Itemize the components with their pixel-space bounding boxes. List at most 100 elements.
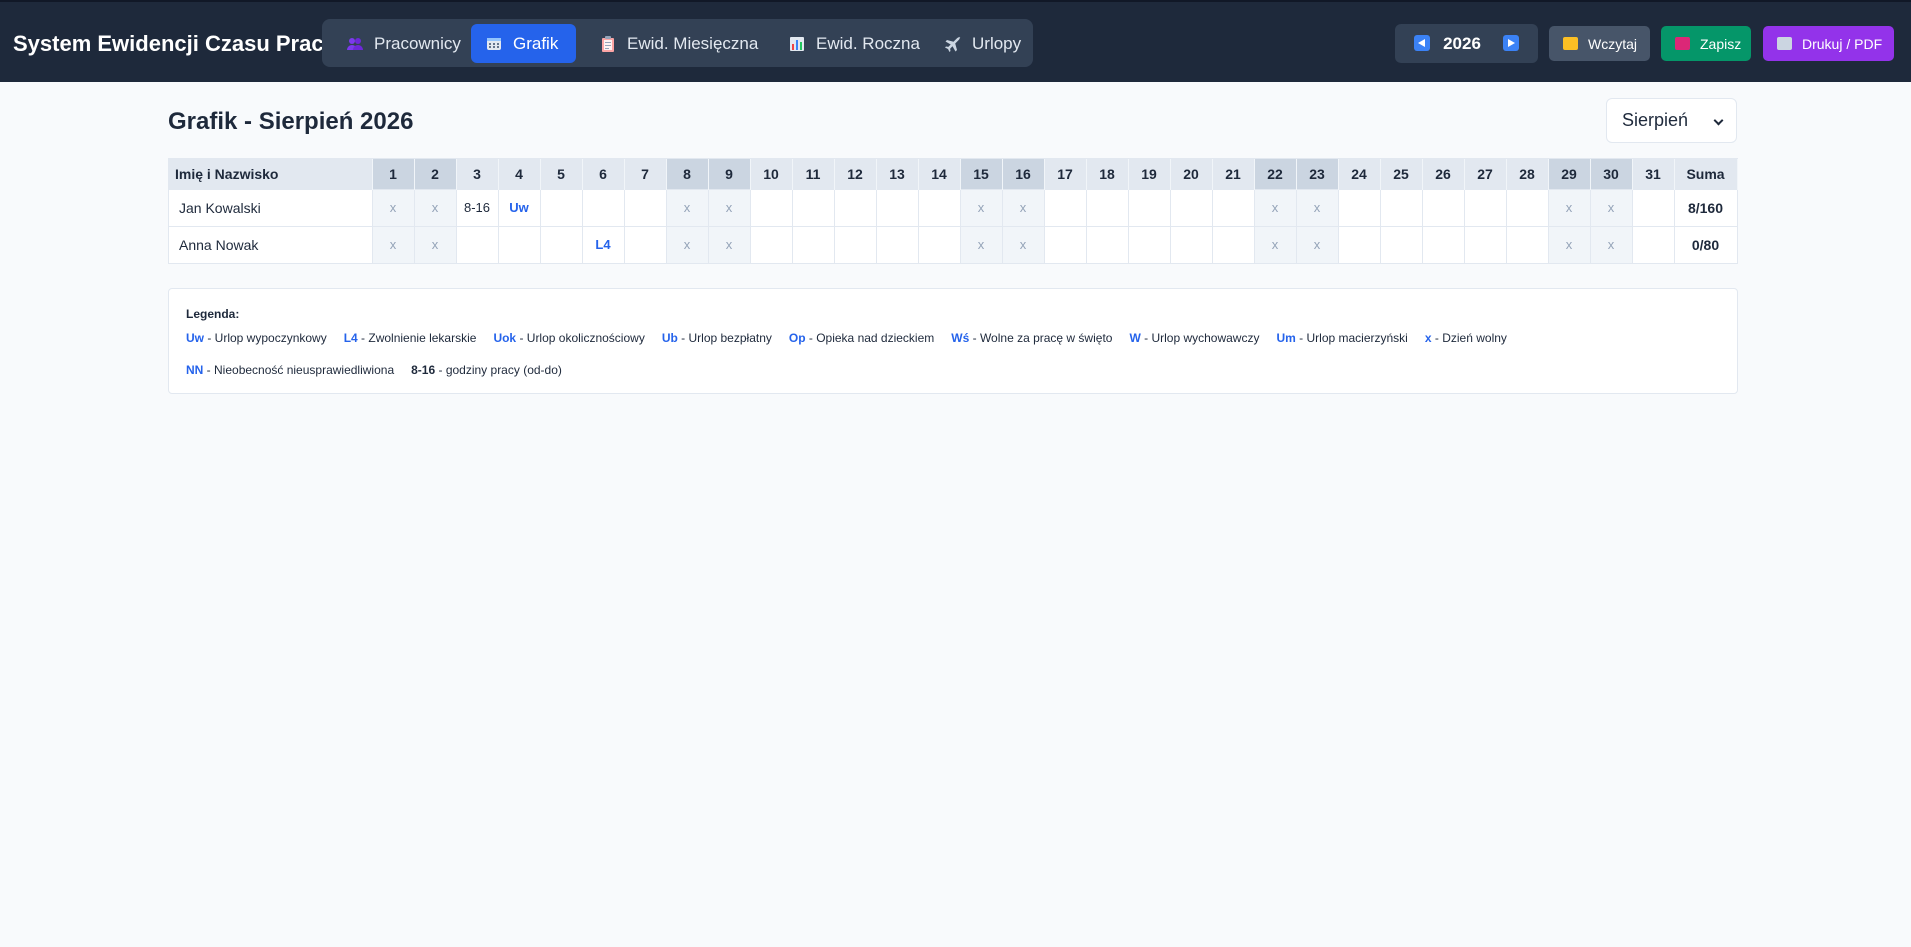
- schedule-cell[interactable]: x: [1590, 225, 1633, 263]
- airplane-icon: [944, 36, 962, 52]
- schedule-cell[interactable]: x: [1002, 188, 1045, 226]
- schedule-cell[interactable]: x: [960, 188, 1003, 226]
- schedule-cell[interactable]: [1086, 225, 1129, 263]
- schedule-cell[interactable]: x: [372, 225, 415, 263]
- schedule-cell[interactable]: [834, 225, 877, 263]
- schedule-cell[interactable]: [1212, 225, 1255, 263]
- schedule-cell[interactable]: [1380, 225, 1423, 263]
- day-column-header: 18: [1086, 159, 1129, 189]
- schedule-cell[interactable]: [834, 188, 877, 226]
- schedule-cell[interactable]: [1506, 188, 1549, 226]
- schedule-cell[interactable]: [1128, 225, 1171, 263]
- schedule-cell[interactable]: x: [666, 225, 709, 263]
- schedule-cell[interactable]: [1086, 188, 1129, 226]
- year-selector: 2026: [1395, 24, 1538, 63]
- schedule-cell[interactable]: [792, 225, 835, 263]
- schedule-cell[interactable]: [624, 225, 667, 263]
- month-select[interactable]: Sierpień: [1606, 98, 1737, 143]
- schedule-cell[interactable]: x: [1296, 225, 1339, 263]
- schedule-cell[interactable]: x: [1590, 188, 1633, 226]
- schedule-cell[interactable]: x: [414, 188, 457, 226]
- save-button[interactable]: Zapisz: [1661, 26, 1751, 61]
- schedule-cell[interactable]: L4: [582, 225, 625, 263]
- schedule-cell[interactable]: x: [1548, 225, 1591, 263]
- day-column-header: 31: [1632, 159, 1675, 189]
- schedule-cell[interactable]: [456, 225, 499, 263]
- schedule-cell[interactable]: x: [1002, 225, 1045, 263]
- schedule-cell[interactable]: [918, 225, 961, 263]
- schedule-cell[interactable]: x: [708, 225, 751, 263]
- schedule-cell[interactable]: [1212, 188, 1255, 226]
- legend-code: Op: [788, 331, 806, 345]
- print-button[interactable]: Drukuj / PDF: [1763, 26, 1894, 61]
- day-column-header: 5: [540, 159, 583, 189]
- legend-desc: - Urlop wypoczynkowy: [204, 331, 327, 345]
- schedule-cell[interactable]: [1464, 225, 1507, 263]
- schedule-cell[interactable]: [624, 188, 667, 226]
- schedule-cell[interactable]: [1170, 225, 1213, 263]
- schedule-cell[interactable]: [498, 225, 541, 263]
- schedule-cell[interactable]: [750, 225, 793, 263]
- day-column-header: 21: [1212, 159, 1255, 189]
- arrow-left-icon[interactable]: [1414, 35, 1430, 51]
- schedule-cell[interactable]: [750, 188, 793, 226]
- tab-ewid-miesieczna[interactable]: Ewid. Miesięczna: [585, 24, 765, 63]
- day-column-header: 22: [1254, 159, 1297, 189]
- people-icon: [346, 36, 364, 52]
- schedule-cell[interactable]: 8-16: [456, 188, 499, 226]
- schedule-cell[interactable]: [1422, 225, 1465, 263]
- tab-grafik[interactable]: Grafik: [471, 24, 576, 63]
- legend-desc: - godziny pracy (od-do): [435, 363, 562, 377]
- legend-panel: Legenda: Uw - Urlop wypoczynkowy L4 - Zwo…: [168, 288, 1738, 394]
- schedule-cell[interactable]: [1044, 188, 1087, 226]
- legend-item: Um - Urlop macierzyński: [1276, 331, 1407, 345]
- schedule-cell[interactable]: [1338, 188, 1381, 226]
- load-button[interactable]: Wczytaj: [1549, 26, 1650, 61]
- schedule-cell[interactable]: [1464, 188, 1507, 226]
- schedule-cell[interactable]: [1380, 188, 1423, 226]
- schedule-cell[interactable]: [1044, 225, 1087, 263]
- day-column-header: 26: [1422, 159, 1465, 189]
- floppy-disk-icon: [1675, 37, 1690, 50]
- schedule-cell[interactable]: [876, 188, 919, 226]
- legend-item: NN - Nieobecność nieusprawiedliwiona: [186, 363, 394, 377]
- legend-code: L4: [343, 331, 358, 345]
- schedule-cell[interactable]: [1632, 225, 1675, 263]
- schedule-cell[interactable]: [1422, 188, 1465, 226]
- arrow-right-icon[interactable]: [1503, 35, 1519, 51]
- schedule-cell[interactable]: x: [1548, 188, 1591, 226]
- legend-item: Uw - Urlop wypoczynkowy: [186, 331, 327, 345]
- legend-item: L4 - Zwolnienie lekarskie: [344, 331, 477, 345]
- day-column-header: 25: [1380, 159, 1423, 189]
- day-column-header: 30: [1590, 159, 1633, 189]
- schedule-cell[interactable]: [1506, 225, 1549, 263]
- schedule-cell[interactable]: [1170, 188, 1213, 226]
- schedule-cell[interactable]: [792, 188, 835, 226]
- schedule-cell[interactable]: x: [414, 225, 457, 263]
- schedule-cell[interactable]: x: [1254, 225, 1297, 263]
- tab-ewid-roczna[interactable]: Ewid. Roczna: [774, 24, 922, 63]
- schedule-cell[interactable]: x: [708, 188, 751, 226]
- tab-pracownicy[interactable]: Pracownicy: [332, 24, 470, 63]
- tab-urlopy[interactable]: Urlopy: [930, 24, 1026, 63]
- schedule-cell[interactable]: x: [666, 188, 709, 226]
- schedule-cell[interactable]: [582, 188, 625, 226]
- schedule-cell[interactable]: [1128, 188, 1171, 226]
- schedule-cell[interactable]: [876, 225, 919, 263]
- table-row: Anna Nowak x x L4 x x x x x x x x 0/80: [169, 225, 1738, 263]
- schedule-cell[interactable]: [540, 188, 583, 226]
- legend-desc: - Zwolnienie lekarskie: [357, 331, 477, 345]
- schedule-cell[interactable]: [1338, 225, 1381, 263]
- schedule-cell[interactable]: [1632, 188, 1675, 226]
- schedule-cell[interactable]: Uw: [498, 188, 541, 226]
- schedule-cell[interactable]: [918, 188, 961, 226]
- employee-name: Jan Kowalski: [169, 188, 373, 226]
- schedule-cell[interactable]: [540, 225, 583, 263]
- folder-icon: [1563, 37, 1578, 50]
- year-value: 2026: [1443, 34, 1481, 53]
- schedule-cell[interactable]: x: [960, 225, 1003, 263]
- schedule-cell[interactable]: x: [1254, 188, 1297, 226]
- day-column-header: 1: [372, 159, 415, 189]
- schedule-cell[interactable]: x: [1296, 188, 1339, 226]
- schedule-cell[interactable]: x: [372, 188, 415, 226]
